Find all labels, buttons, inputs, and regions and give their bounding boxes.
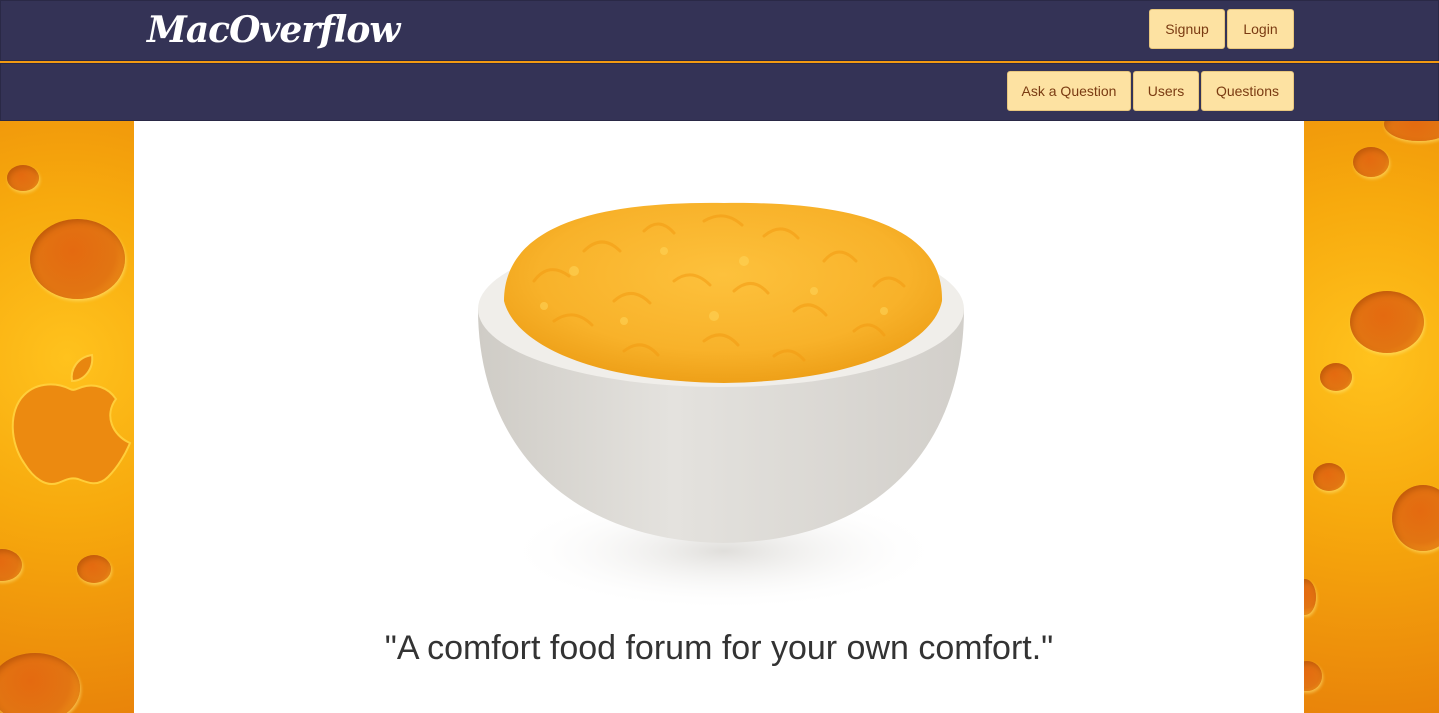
ask-question-button[interactable]: Ask a Question [1007,71,1131,111]
top-navbar: MacOverflow Signup Login [0,0,1439,61]
apple-logo-icon [11,353,132,485]
login-button[interactable]: Login [1227,9,1294,49]
site-logo[interactable]: MacOverflow [147,9,400,51]
hero-tagline: "A comfort food forum for your own comfo… [384,629,1054,667]
users-button[interactable]: Users [1133,71,1199,111]
cheese-background-left [0,121,134,713]
secondary-navbar: Ask a Question Users Questions [0,63,1439,121]
mac-and-cheese-bowl-image [478,202,964,611]
questions-button[interactable]: Questions [1201,71,1294,111]
signup-button[interactable]: Signup [1149,9,1225,49]
hero-panel: "A comfort food forum for your own comfo… [134,121,1304,713]
cheese-background-right [1304,121,1439,713]
